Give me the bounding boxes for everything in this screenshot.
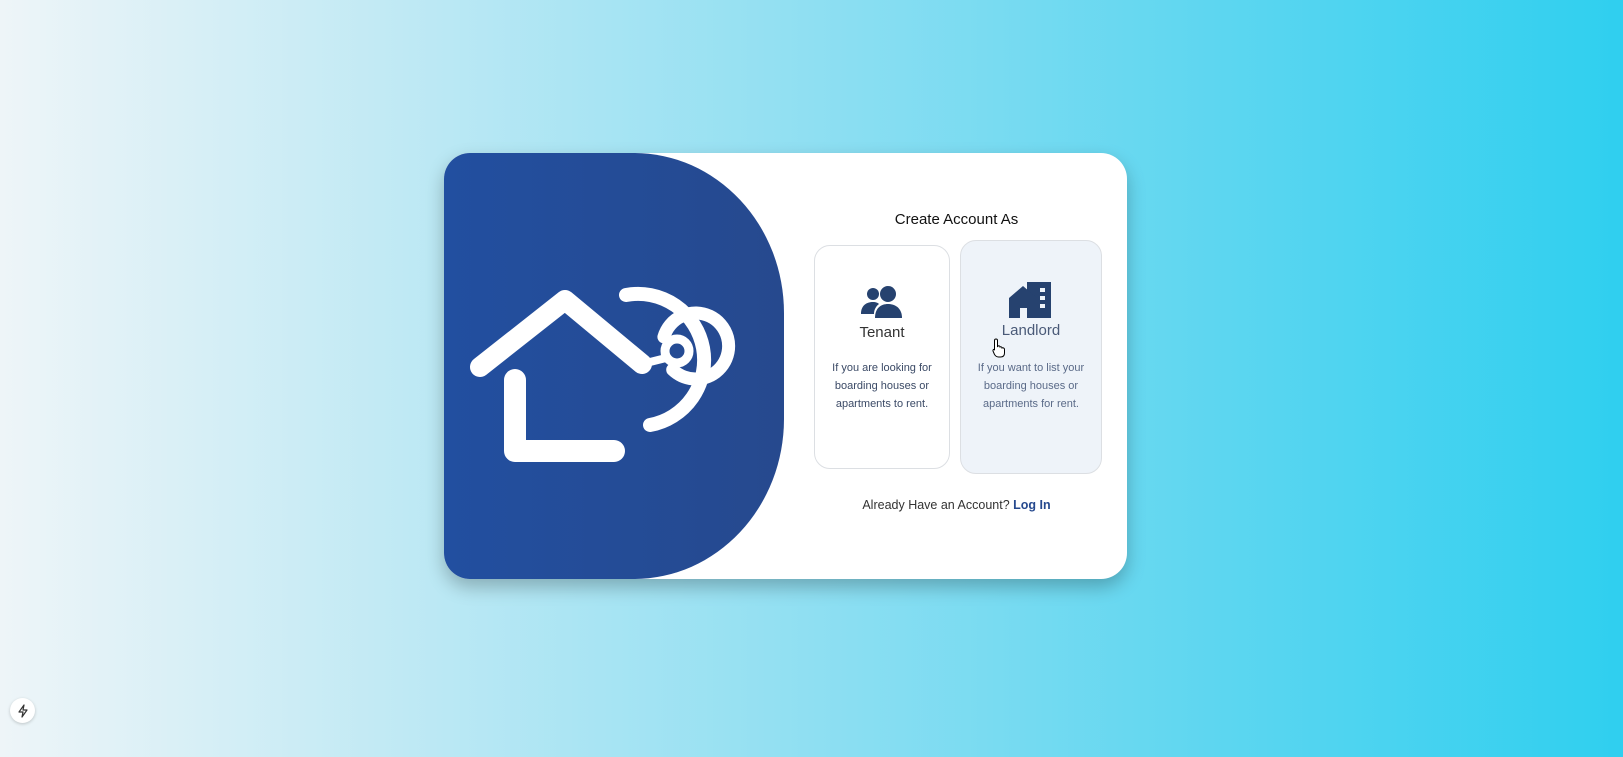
logo-icon [470, 286, 736, 462]
tenant-description: If you are looking for boarding houses o… [832, 362, 932, 410]
landlord-description: If you want to list your boarding houses… [977, 362, 1085, 410]
page-title: Create Account As [894, 211, 1019, 228]
login-prompt-text: Already Have an Account? [862, 498, 1010, 512]
landlord-label: Landlord [1001, 322, 1061, 339]
tenant-option[interactable]: Tenant If you are looking for boarding h… [814, 245, 950, 469]
house-building-icon [1009, 282, 1051, 318]
lightning-icon [17, 703, 28, 718]
brand-panel [444, 153, 784, 579]
hand-cursor-icon [992, 338, 1005, 358]
users-icon [861, 286, 902, 318]
tenant-label: Tenant [859, 324, 905, 341]
login-link[interactable]: Log In [1013, 498, 1051, 512]
dev-tools-button[interactable] [10, 698, 35, 723]
landlord-option[interactable]: Landlord If you want to list your boardi… [960, 240, 1102, 474]
login-prompt: Already Have an Account? Log In [814, 498, 1099, 512]
signup-card: Create Account As Tenant If you are look… [444, 153, 1127, 579]
